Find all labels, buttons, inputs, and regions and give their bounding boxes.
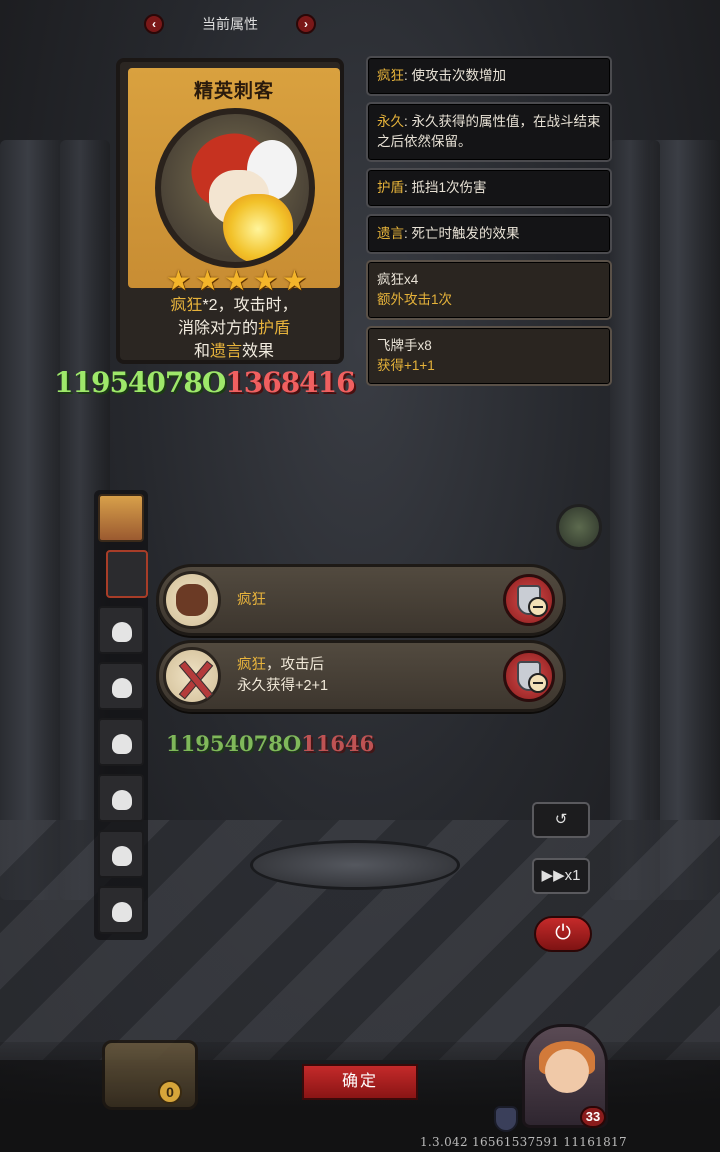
- effect-text: 疯狂，攻击后 永久获得+2+1: [237, 643, 328, 709]
- effect-row: 疯狂: [156, 564, 566, 636]
- skull-icon: [112, 902, 132, 922]
- effect-text: 疯狂: [237, 567, 266, 633]
- team-column: [94, 490, 148, 940]
- star-icon: ★: [195, 265, 221, 296]
- effect-line: 永久获得+2+1: [237, 676, 328, 697]
- pillar: [610, 140, 660, 900]
- page-title: 当前属性: [202, 16, 258, 32]
- keyword-deathrattle: 遗言: [209, 343, 242, 360]
- effect-rest: 获得+2+1: [266, 678, 329, 694]
- star-icon: ★: [282, 265, 308, 296]
- hero-head: [545, 1049, 589, 1093]
- confirm-button[interactable]: 确定: [302, 1064, 418, 1100]
- keyword-info-list: 疯狂: 使攻击次数增加 永久: 永久获得的属性值，在战斗结束之后依然保留。 护盾…: [366, 56, 612, 422]
- swords-glyph: [176, 660, 208, 692]
- flame-effect: [223, 194, 293, 262]
- pillar: [650, 140, 720, 900]
- level-badge: 33: [580, 1106, 606, 1128]
- effect-line: 疯狂: [237, 591, 266, 608]
- card-title: 精英刺客: [193, 81, 274, 102]
- effect-row: 疯狂，攻击后 永久获得+2+1: [156, 640, 566, 712]
- info-text: : 抵挡1次伤害: [404, 180, 487, 195]
- power-button[interactable]: ⏻: [534, 916, 592, 952]
- treasure-chest[interactable]: [102, 1040, 198, 1110]
- desc-text: 和: [193, 343, 210, 360]
- damage-overlay: 11954078O11646: [166, 731, 374, 756]
- effect-line: 疯狂，攻击后: [237, 655, 328, 676]
- damage-green: 11954078O: [54, 366, 226, 399]
- info-panel-permanent: 永久: 永久获得的属性值，在战斗结束之后依然保留。: [366, 102, 612, 162]
- assassin-portrait: [155, 108, 315, 268]
- star-icon: ★: [166, 265, 192, 296]
- skull-icon: [112, 846, 132, 866]
- info-panel-deathrattle: 遗言: 死亡时触发的效果: [366, 214, 612, 254]
- undo-button[interactable]: ↺: [532, 802, 590, 838]
- info-text: : 死亡时触发的效果: [404, 226, 520, 241]
- bonus-title: 飞牌手x8: [377, 338, 432, 353]
- team-slot[interactable]: [98, 662, 144, 710]
- speed-button[interactable]: ▶▶x1: [532, 858, 590, 894]
- undo-icon: ↺: [554, 811, 568, 828]
- damage-red-overlay: 11646: [301, 731, 375, 756]
- team-slot[interactable]: [98, 606, 144, 654]
- desc-text: *2，攻击时，: [202, 297, 298, 314]
- attribute-nav: ‹ 当前属性 ›: [144, 12, 316, 36]
- card-description: 疯狂*2，攻击时， 消除对方的护盾 和遗言效果: [136, 294, 332, 363]
- damage-green-overlay: 11954078O: [166, 731, 302, 756]
- character-card: 精英刺客 ★ ★ ★ ★ ★ 疯狂*2，攻击时， 消除对方的护盾 和遗言效果: [110, 52, 350, 370]
- chevron-right-icon[interactable]: ›: [296, 14, 316, 34]
- boot-icon: [163, 571, 221, 629]
- bonus-panel-card-thrower: 飞牌手x8 获得+1+1: [366, 326, 612, 386]
- stage-platform: [250, 840, 460, 890]
- info-panel-shield: 护盾: 抵挡1次伤害: [366, 168, 612, 208]
- chevron-left-icon[interactable]: ‹: [144, 14, 164, 34]
- team-slot[interactable]: [98, 830, 144, 878]
- skull-icon: [112, 622, 132, 642]
- defense-icon: [494, 1106, 518, 1132]
- team-slot[interactable]: [98, 886, 144, 934]
- effect-rest: ，攻击后: [266, 657, 324, 673]
- star-icon: ★: [253, 265, 279, 296]
- info-panel-frenzy: 疯狂: 使攻击次数增加: [366, 56, 612, 96]
- crossed-swords-icon: [163, 647, 221, 705]
- star-icon: ★: [224, 265, 250, 296]
- bonus-sub: 额外攻击1次: [377, 292, 453, 307]
- desc-text: 消除对方的: [177, 320, 258, 337]
- card-header: 精英刺客: [128, 68, 340, 288]
- card-frame: 精英刺客 ★ ★ ★ ★ ★ 疯狂*2，攻击时， 消除对方的护盾 和遗言效果: [116, 58, 344, 364]
- team-slot[interactable]: [98, 774, 144, 822]
- remove-shield-button[interactable]: [503, 574, 555, 626]
- skull-icon: [112, 790, 132, 810]
- boot-glyph: [176, 584, 208, 616]
- chest-count: 0: [158, 1080, 182, 1104]
- info-keyword: 遗言: [377, 226, 404, 241]
- power-icon: ⏻: [555, 922, 571, 944]
- keyword-shield: 护盾: [258, 320, 291, 337]
- effect-keyword: 疯狂: [237, 657, 266, 673]
- bonus-title: 疯狂x4: [377, 272, 419, 287]
- team-slot[interactable]: [98, 494, 144, 542]
- bonus-sub: 获得+1+1: [377, 358, 435, 373]
- bonus-panel-frenzy: 疯狂x4 额外攻击1次: [366, 260, 612, 320]
- minus-icon: [528, 673, 548, 693]
- damage-red: 1368416: [225, 366, 355, 399]
- team-slot-selected[interactable]: [106, 550, 148, 598]
- info-text: : 永久获得的属性值，在战斗结束之后依然保留。: [377, 114, 601, 149]
- info-keyword: 护盾: [377, 180, 404, 195]
- keyword-frenzy: 疯狂: [170, 297, 203, 314]
- remove-shield-button[interactable]: [503, 650, 555, 702]
- star-rating: ★ ★ ★ ★ ★: [166, 265, 308, 296]
- effect-rest: 永久: [237, 678, 266, 694]
- info-keyword: 永久: [377, 114, 404, 129]
- damage-numbers: 11954078O1368416: [54, 366, 356, 399]
- desc-text: 效果: [242, 343, 275, 360]
- info-text: : 使攻击次数增加: [404, 68, 507, 83]
- skull-icon: [112, 678, 132, 698]
- minus-icon: [528, 597, 548, 617]
- info-keyword: 疯狂: [377, 68, 404, 83]
- pocket-watch-icon: [556, 504, 602, 550]
- skull-icon: [112, 734, 132, 754]
- version-text: 1.3.042 16561537591 11161817: [420, 1135, 627, 1149]
- team-slot[interactable]: [98, 718, 144, 766]
